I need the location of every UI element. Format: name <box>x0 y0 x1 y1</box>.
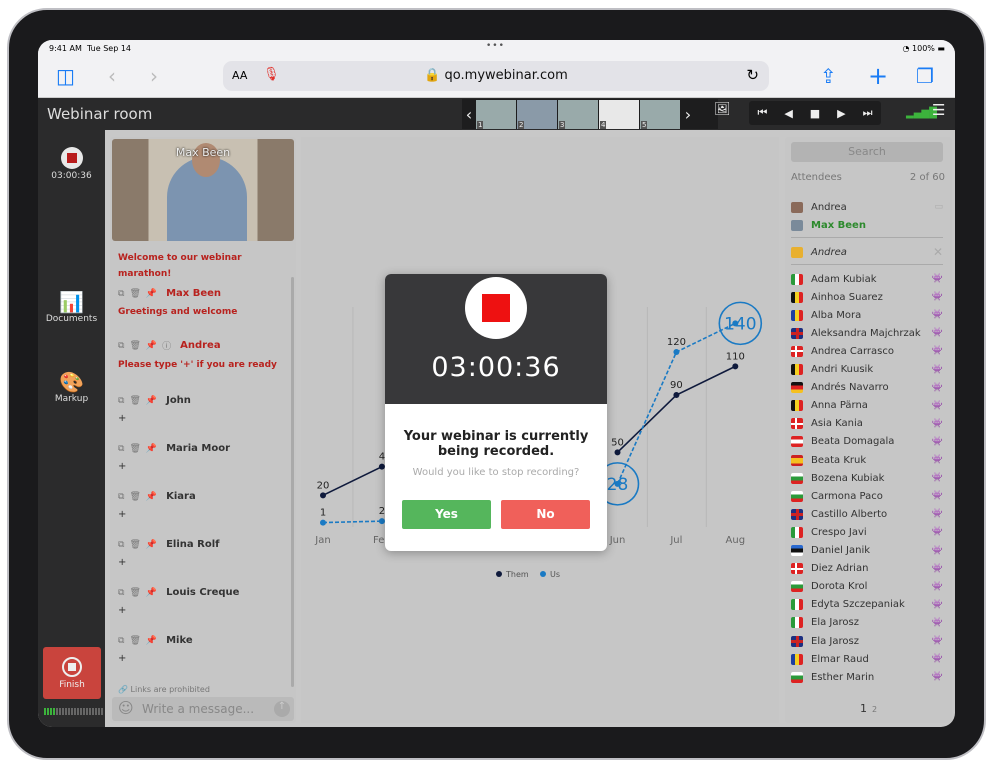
dialog-timer: 03:00:36 <box>431 352 561 383</box>
status-bar: 9:41 AM Tue Sep 14 ••• ◔ 100% ▬ <box>38 40 955 57</box>
slide-thumb-active[interactable]: 4 <box>599 99 639 129</box>
stop-recording-dialog: 03:00:36 Your webinar is currently being… <box>385 274 607 551</box>
multitask-dots-icon[interactable]: ••• <box>486 41 505 51</box>
stop-record-icon <box>465 277 527 339</box>
dialog-subtext: Would you like to stop recording? <box>412 467 580 478</box>
new-tab-icon[interactable]: + <box>868 64 888 88</box>
share-icon[interactable]: ⇪ <box>820 65 837 87</box>
yes-button[interactable]: Yes <box>402 500 491 529</box>
slide-thumb[interactable]: 1 <box>476 99 516 129</box>
page-title: Webinar room <box>47 105 153 123</box>
battery: ◔ 100% ▬ <box>902 44 945 53</box>
first-slide-icon[interactable]: ⏮ <box>757 106 767 120</box>
tabs-icon[interactable]: ❐ <box>916 65 934 87</box>
next-slide-icon[interactable]: ▶ <box>837 107 845 120</box>
screen: 9:41 AM Tue Sep 14 ••• ◔ 100% ▬ ◫ ‹ › AA… <box>38 40 955 727</box>
address-bar[interactable]: AA 🎙 🔒 qo.mywebinar.com ↻ <box>223 61 769 91</box>
sidebar-icon[interactable]: ◫ <box>56 65 75 87</box>
reload-icon[interactable]: ↻ <box>746 66 759 84</box>
stop-icon[interactable]: ■ <box>810 107 820 120</box>
slide-thumb[interactable]: 3 <box>558 99 598 129</box>
back-icon[interactable]: ‹ <box>108 65 116 87</box>
slide-thumb[interactable]: 5 <box>640 99 680 129</box>
prev-slide-icon[interactable]: ◀ <box>784 107 792 120</box>
app-header: Webinar room ‹ 1 2 3 4 5 › 🖼 ⏮ ◀ ■ ▶ ⏭ ▂… <box>38 98 955 130</box>
slides-next-icon[interactable]: › <box>681 105 695 124</box>
browser-toolbar: ◫ ‹ › AA 🎙 🔒 qo.mywebinar.com ↻ ⇪ + ❐ <box>38 57 955 98</box>
dialog-question: Your webinar is currently being recorded… <box>403 429 589 459</box>
media-controls: ⏮ ◀ ■ ▶ ⏭ <box>749 101 881 125</box>
url-text[interactable]: 🔒 qo.mywebinar.com <box>223 68 769 83</box>
no-button[interactable]: No <box>501 500 590 529</box>
image-icon[interactable]: 🖼 <box>714 102 731 117</box>
last-slide-icon[interactable]: ⏭ <box>863 106 873 120</box>
status-time: 9:41 AM Tue Sep 14 <box>49 44 131 53</box>
slide-thumb[interactable]: 2 <box>517 99 557 129</box>
slide-strip: ‹ 1 2 3 4 5 › <box>462 99 718 129</box>
menu-icon[interactable]: ☰ <box>932 101 945 119</box>
slides-prev-icon[interactable]: ‹ <box>462 105 476 124</box>
forward-icon[interactable]: › <box>150 65 158 87</box>
